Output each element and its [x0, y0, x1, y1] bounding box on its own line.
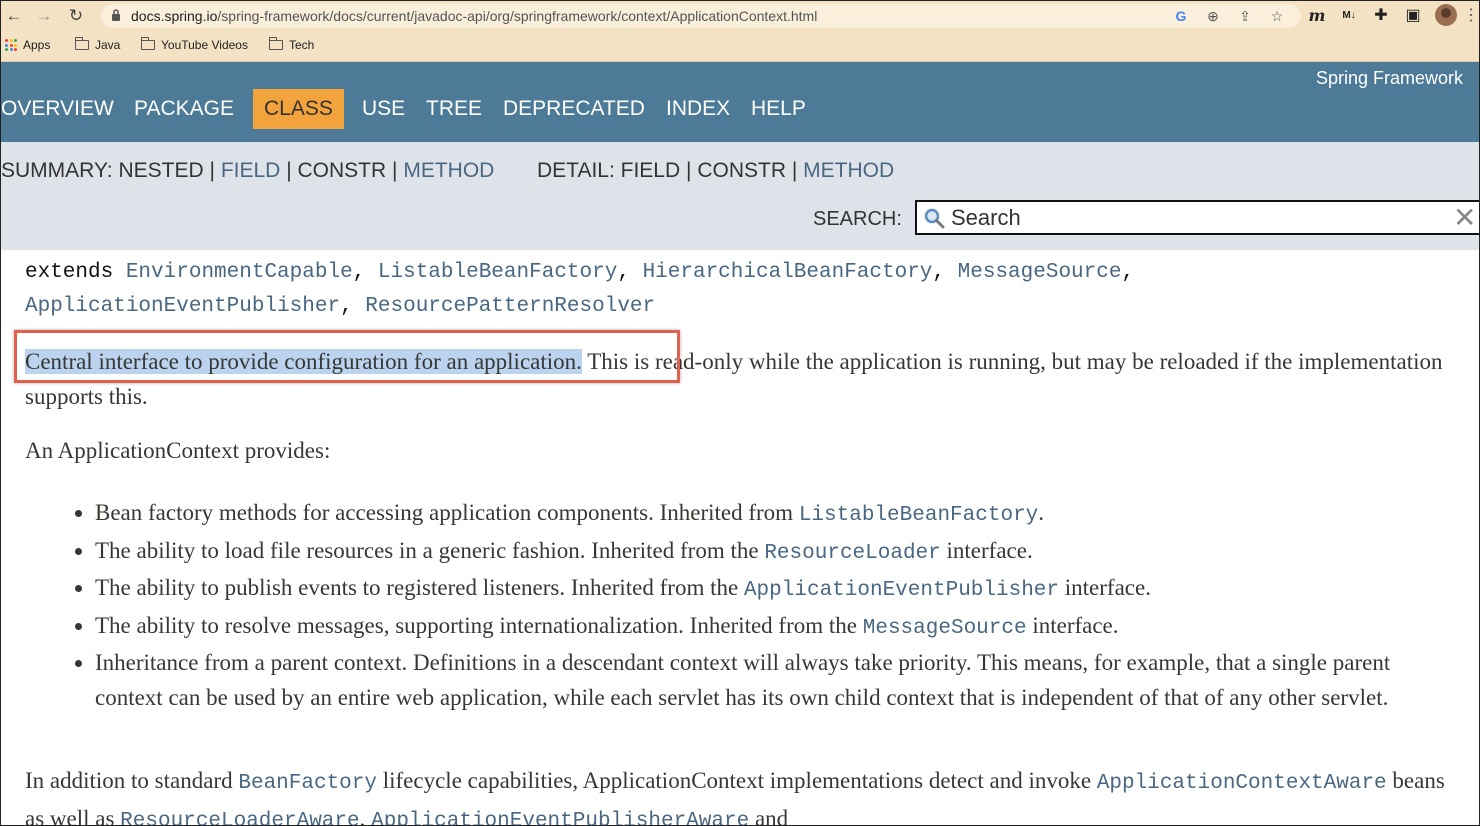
- type-link[interactable]: MessageSource: [958, 261, 1122, 284]
- sub-navigation: SUMMARY: NESTED | FIELD | CONSTR | METHO…: [1, 142, 1479, 250]
- type-link[interactable]: ResourceLoaderAware: [120, 810, 359, 825]
- extends-clause: extends EnvironmentCapable, ListableBean…: [25, 261, 1135, 318]
- google-icon[interactable]: G: [1172, 7, 1190, 25]
- search-label: SEARCH:: [813, 208, 902, 230]
- type-link[interactable]: EnvironmentCapable: [126, 261, 353, 284]
- javadoc-navbar: Spring Framework OVERVIEW PACKAGE CLASS …: [1, 62, 1479, 142]
- puzzle-icon[interactable]: ✚: [1370, 5, 1392, 27]
- list-item: The ability to resolve messages, support…: [95, 609, 1435, 647]
- reload-icon[interactable]: ↻: [65, 5, 87, 27]
- nav-overview[interactable]: OVERVIEW: [1, 89, 114, 129]
- nav-package[interactable]: PACKAGE: [134, 89, 234, 129]
- bookmark-star-icon[interactable]: ☆: [1268, 7, 1286, 25]
- type-link[interactable]: BeanFactory: [238, 772, 377, 795]
- summary-nav: SUMMARY: NESTED | FIELD | CONSTR | METHO…: [1, 159, 494, 183]
- menu-dots-icon[interactable]: ⋮: [1463, 5, 1479, 25]
- type-link[interactable]: ApplicationEventPublisher: [25, 295, 340, 318]
- bookmark-java[interactable]: Java: [74, 37, 121, 52]
- url-text: docs.spring.io/spring-framework/docs/cur…: [131, 8, 818, 24]
- annotation-highlight-box: [14, 330, 680, 383]
- sidebar-icon[interactable]: ▣: [1402, 5, 1424, 27]
- type-link[interactable]: ApplicationEventPublisherAware: [371, 810, 749, 825]
- address-bar[interactable]: docs.spring.io/spring-framework/docs/cur…: [101, 4, 1301, 28]
- separator: |: [791, 159, 798, 182]
- nav-deprecated[interactable]: DEPRECATED: [503, 89, 645, 129]
- extension-md-icon[interactable]: M↓: [1338, 5, 1360, 27]
- provides-heading: An ApplicationContext provides:: [25, 438, 331, 463]
- clear-search-icon[interactable]: ✕: [1453, 202, 1476, 233]
- folder-icon: [74, 37, 89, 50]
- summary-field-link[interactable]: FIELD: [221, 159, 281, 182]
- bookmark-label: Apps: [23, 38, 51, 52]
- bookmark-youtube-videos[interactable]: YouTube Videos: [140, 37, 248, 52]
- brand-title: Spring Framework: [1315, 68, 1463, 88]
- folder-icon: [140, 37, 155, 50]
- nav-class[interactable]: CLASS: [253, 89, 344, 129]
- zoom-icon[interactable]: ⊕: [1204, 7, 1222, 25]
- feature-list: Bean factory methods for accessing appli…: [73, 496, 1435, 715]
- summary-method-link[interactable]: METHOD: [403, 159, 494, 182]
- bookmark-label: Java: [95, 38, 121, 52]
- summary-constr: CONSTR: [297, 159, 387, 182]
- extension-m-icon[interactable]: m: [1306, 5, 1328, 27]
- separator: |: [686, 159, 692, 182]
- type-link[interactable]: ResourcePatternResolver: [365, 295, 655, 318]
- nav-use[interactable]: USE: [362, 89, 405, 129]
- summary-label: SUMMARY:: [1, 159, 113, 182]
- profile-avatar[interactable]: [1435, 4, 1457, 26]
- apps-grid-icon: [5, 39, 17, 51]
- separator: |: [392, 159, 398, 182]
- search-box[interactable]: ✕: [915, 200, 1479, 235]
- nav-tree[interactable]: TREE: [426, 89, 482, 129]
- summary-nested: NESTED: [118, 159, 204, 182]
- forward-arrow-icon[interactable]: →: [33, 5, 55, 27]
- lifecycle-paragraph: In addition to standard BeanFactory life…: [25, 763, 1455, 825]
- nav-help[interactable]: HELP: [751, 89, 806, 129]
- folder-icon: [268, 37, 283, 50]
- detail-method-link[interactable]: METHOD: [803, 159, 894, 182]
- detail-nav: DETAIL: FIELD | CONSTR | METHOD: [537, 159, 894, 183]
- list-item: Inheritance from a parent context. Defin…: [95, 646, 1435, 715]
- search-input[interactable]: [951, 202, 1431, 233]
- separator: |: [209, 159, 215, 182]
- type-link[interactable]: ListableBeanFactory: [799, 504, 1038, 527]
- separator: |: [286, 159, 292, 182]
- list-item: The ability to load file resources in a …: [95, 534, 1435, 572]
- nav-index[interactable]: INDEX: [666, 89, 730, 129]
- list-item: Bean factory methods for accessing appli…: [95, 496, 1435, 534]
- type-link[interactable]: ResourceLoader: [764, 542, 940, 565]
- browser-window: ← → ↻ docs.spring.io/spring-framework/do…: [0, 0, 1480, 826]
- detail-label: DETAIL:: [537, 159, 615, 182]
- bookmark-label: Tech: [289, 38, 315, 52]
- type-link[interactable]: HierarchicalBeanFactory: [643, 261, 933, 284]
- type-link[interactable]: MessageSource: [863, 617, 1027, 640]
- bookmarks-bar: Apps Java YouTube Videos Tech: [1, 31, 1479, 62]
- search-icon: [924, 208, 945, 229]
- share-icon[interactable]: ⇪: [1236, 7, 1254, 25]
- browser-toolbar: ← → ↻ docs.spring.io/spring-framework/do…: [1, 1, 1479, 31]
- type-link[interactable]: ListableBeanFactory: [378, 261, 617, 284]
- list-item: The ability to publish events to registe…: [95, 571, 1435, 609]
- type-link[interactable]: ApplicationEventPublisher: [744, 579, 1059, 602]
- back-arrow-icon[interactable]: ←: [3, 5, 25, 27]
- bookmark-label: YouTube Videos: [161, 38, 248, 52]
- bookmark-tech[interactable]: Tech: [268, 37, 315, 52]
- bookmark-apps[interactable]: Apps: [5, 38, 50, 52]
- type-link[interactable]: ApplicationContextAware: [1097, 772, 1387, 795]
- extends-keyword: extends: [25, 261, 114, 284]
- detail-constr: CONSTR: [697, 159, 786, 182]
- detail-field: FIELD: [620, 159, 681, 182]
- lock-icon: [112, 9, 120, 21]
